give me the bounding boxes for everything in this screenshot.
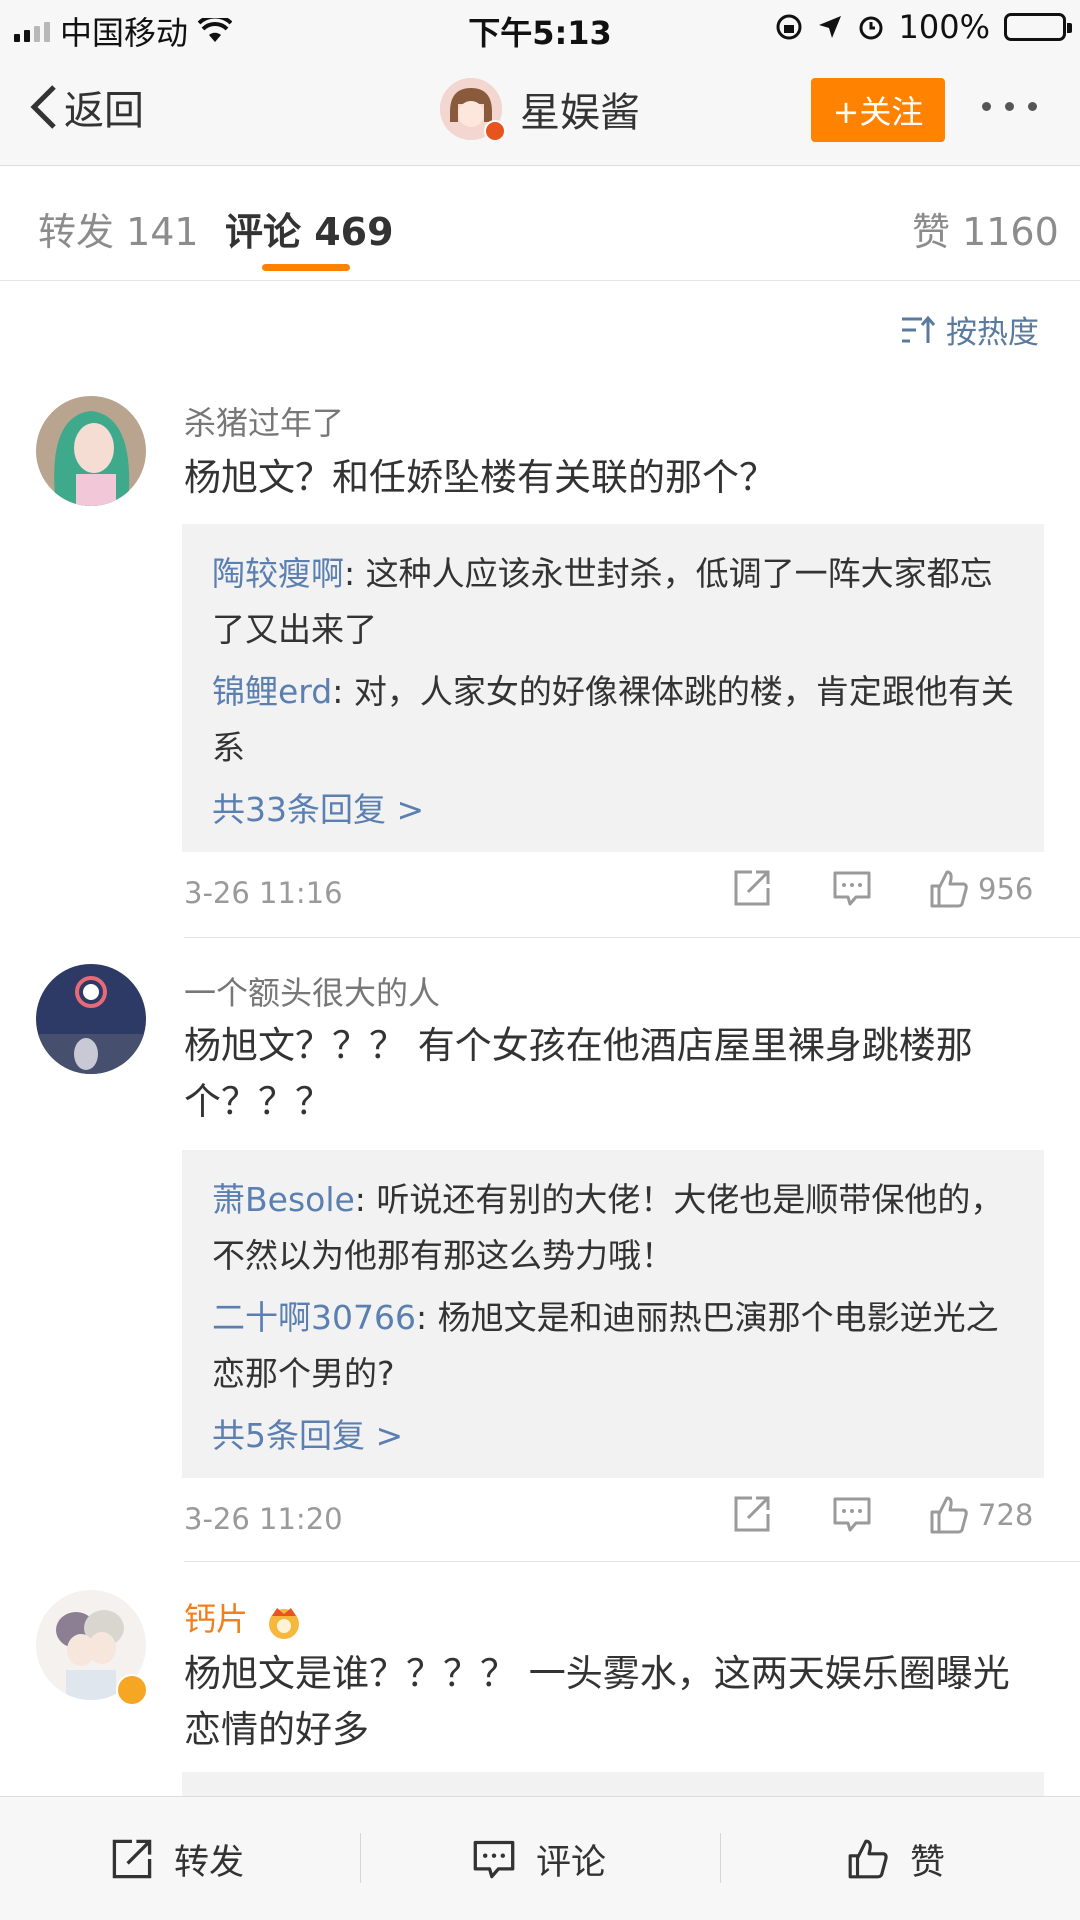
like-count: 956 [978, 872, 1034, 906]
sort-label: 按热度 [946, 315, 1039, 351]
divider [184, 937, 1080, 938]
location-icon [818, 16, 841, 38]
sort-by-hot-button[interactable]: 按热度 [900, 307, 1039, 352]
sort-icon [902, 315, 936, 343]
like-count: 728 [978, 1498, 1034, 1532]
status-bar: 中国移动 下午5:13 100% [0, 0, 1080, 54]
reply-item: 锦鲤erd: 对，人家女的好像裸体跳的楼，肯定跟他有关系 [212, 664, 1014, 776]
back-label: 返回 [64, 88, 144, 134]
share-icon [112, 1839, 152, 1879]
username[interactable]: 一个额头很大的人 [184, 968, 440, 1014]
comment-meta: 3-26 11:20 728 [184, 1494, 1044, 1544]
reply-item: 二十啊30766: 杨旭文是和迪丽热巴演那个电影逆光之恋那个男的? [212, 1290, 1014, 1402]
repost-button[interactable]: 转发 [110, 1797, 244, 1920]
verified-badge-icon [484, 120, 506, 142]
divider [184, 1561, 1080, 1562]
share-icon [734, 1496, 770, 1532]
repost-label: 转发 [174, 1842, 245, 1883]
tab-likes[interactable]: 赞 1160 [912, 201, 1059, 256]
chevron-left-icon [30, 85, 56, 129]
reply-button[interactable] [832, 868, 872, 908]
reply-author[interactable]: 萧Besole [212, 1180, 355, 1219]
timestamp: 3-26 11:16 [184, 876, 343, 910]
comment-text: 杨旭文？和任娇坠楼有关联的那个？ [184, 456, 776, 499]
comment-icon [473, 1840, 515, 1879]
more-replies-link[interactable]: 共5条回复 > [212, 1408, 1014, 1464]
thumbs-up-icon [930, 1496, 968, 1534]
crown-badge-icon [269, 1608, 300, 1639]
nav-bar: 返回 星娱酱 +关注 [0, 54, 1080, 166]
alarm-icon [859, 16, 883, 40]
tab-indicator [262, 264, 350, 271]
tab-repost[interactable]: 转发 141 [38, 201, 199, 256]
battery-percent: 100% [898, 8, 990, 46]
like-button[interactable]: 728 [928, 1494, 1033, 1536]
more-replies-link[interactable]: 共33条回复 > [212, 782, 1014, 838]
comment-button[interactable]: 评论 [472, 1797, 606, 1920]
divider [360, 1833, 361, 1883]
reply-author[interactable]: 锦鲤erd [212, 672, 332, 711]
username[interactable]: 钙片 [184, 1594, 304, 1640]
verified-badge-icon [116, 1674, 148, 1706]
username[interactable]: 杀猪过年了 [184, 398, 344, 444]
tab-comments[interactable]: 评论 469 [225, 201, 394, 256]
share-icon [734, 870, 770, 906]
reply-author[interactable]: 二十啊30766 [212, 1298, 416, 1337]
avatar[interactable] [36, 964, 146, 1074]
avatar[interactable] [36, 396, 146, 506]
share-button[interactable] [732, 868, 772, 908]
like-label: 赞 [910, 1842, 946, 1883]
account-name: 星娱酱 [520, 90, 640, 136]
comment-label: 评论 [536, 1842, 607, 1883]
timestamp: 3-26 11:20 [184, 1502, 343, 1536]
reply-item: 陶较瘦啊: 这种人应该永世封杀，低调了一阵大家都忘了又出来了 [212, 546, 1014, 658]
orientation-lock-icon [776, 14, 802, 40]
more-icon[interactable] [982, 102, 1037, 111]
reply-author[interactable]: 陶较瘦啊 [212, 554, 344, 593]
account-title[interactable]: 星娱酱 [440, 78, 640, 142]
follow-button[interactable]: +关注 [811, 78, 945, 142]
divider [720, 1833, 721, 1883]
thumbs-up-icon [848, 1839, 888, 1879]
back-button[interactable]: 返回 [28, 78, 144, 136]
username-text: 钙片 [184, 1600, 249, 1638]
comment-icon [833, 1497, 871, 1532]
reply-button[interactable] [832, 1494, 872, 1534]
comment-text: 杨旭文？？？ 有个女孩在他酒店屋里裸身跳楼那个？？？ [184, 1024, 973, 1123]
tab-bar: 转发 141 评论 469 赞 1160 [0, 167, 1080, 281]
battery-icon [1004, 13, 1072, 41]
reply-item: 萧Besole: 听说还有别的大佬！大佬也是顺带保他的，不然以为他那有那这么势力… [212, 1172, 1014, 1284]
comment-icon [833, 871, 871, 906]
avatar [440, 78, 506, 142]
reply-text: : 对，人家女的好像裸体跳的楼，肯定跟他有关系 [212, 672, 1014, 767]
share-button[interactable] [732, 1494, 772, 1534]
comment-meta: 3-26 11:16 956 [184, 868, 1044, 918]
thumbs-up-icon [930, 870, 968, 908]
reply-box[interactable]: 陶较瘦啊: 这种人应该永世封杀，低调了一阵大家都忘了又出来了 锦鲤erd: 对，… [182, 524, 1044, 852]
comment-text: 杨旭文是谁？？？？ 一头雾水，这两天娱乐圈曝光恋情的好多 [184, 1652, 1010, 1751]
reply-box[interactable]: 萧Besole: 听说还有别的大佬！大佬也是顺带保他的，不然以为他那有那这么势力… [182, 1150, 1044, 1478]
bottom-action-bar: 转发 评论 赞 [0, 1796, 1080, 1920]
like-button[interactable]: 赞 [846, 1797, 945, 1920]
avatar[interactable] [36, 1590, 148, 1706]
like-button[interactable]: 956 [928, 868, 1033, 910]
